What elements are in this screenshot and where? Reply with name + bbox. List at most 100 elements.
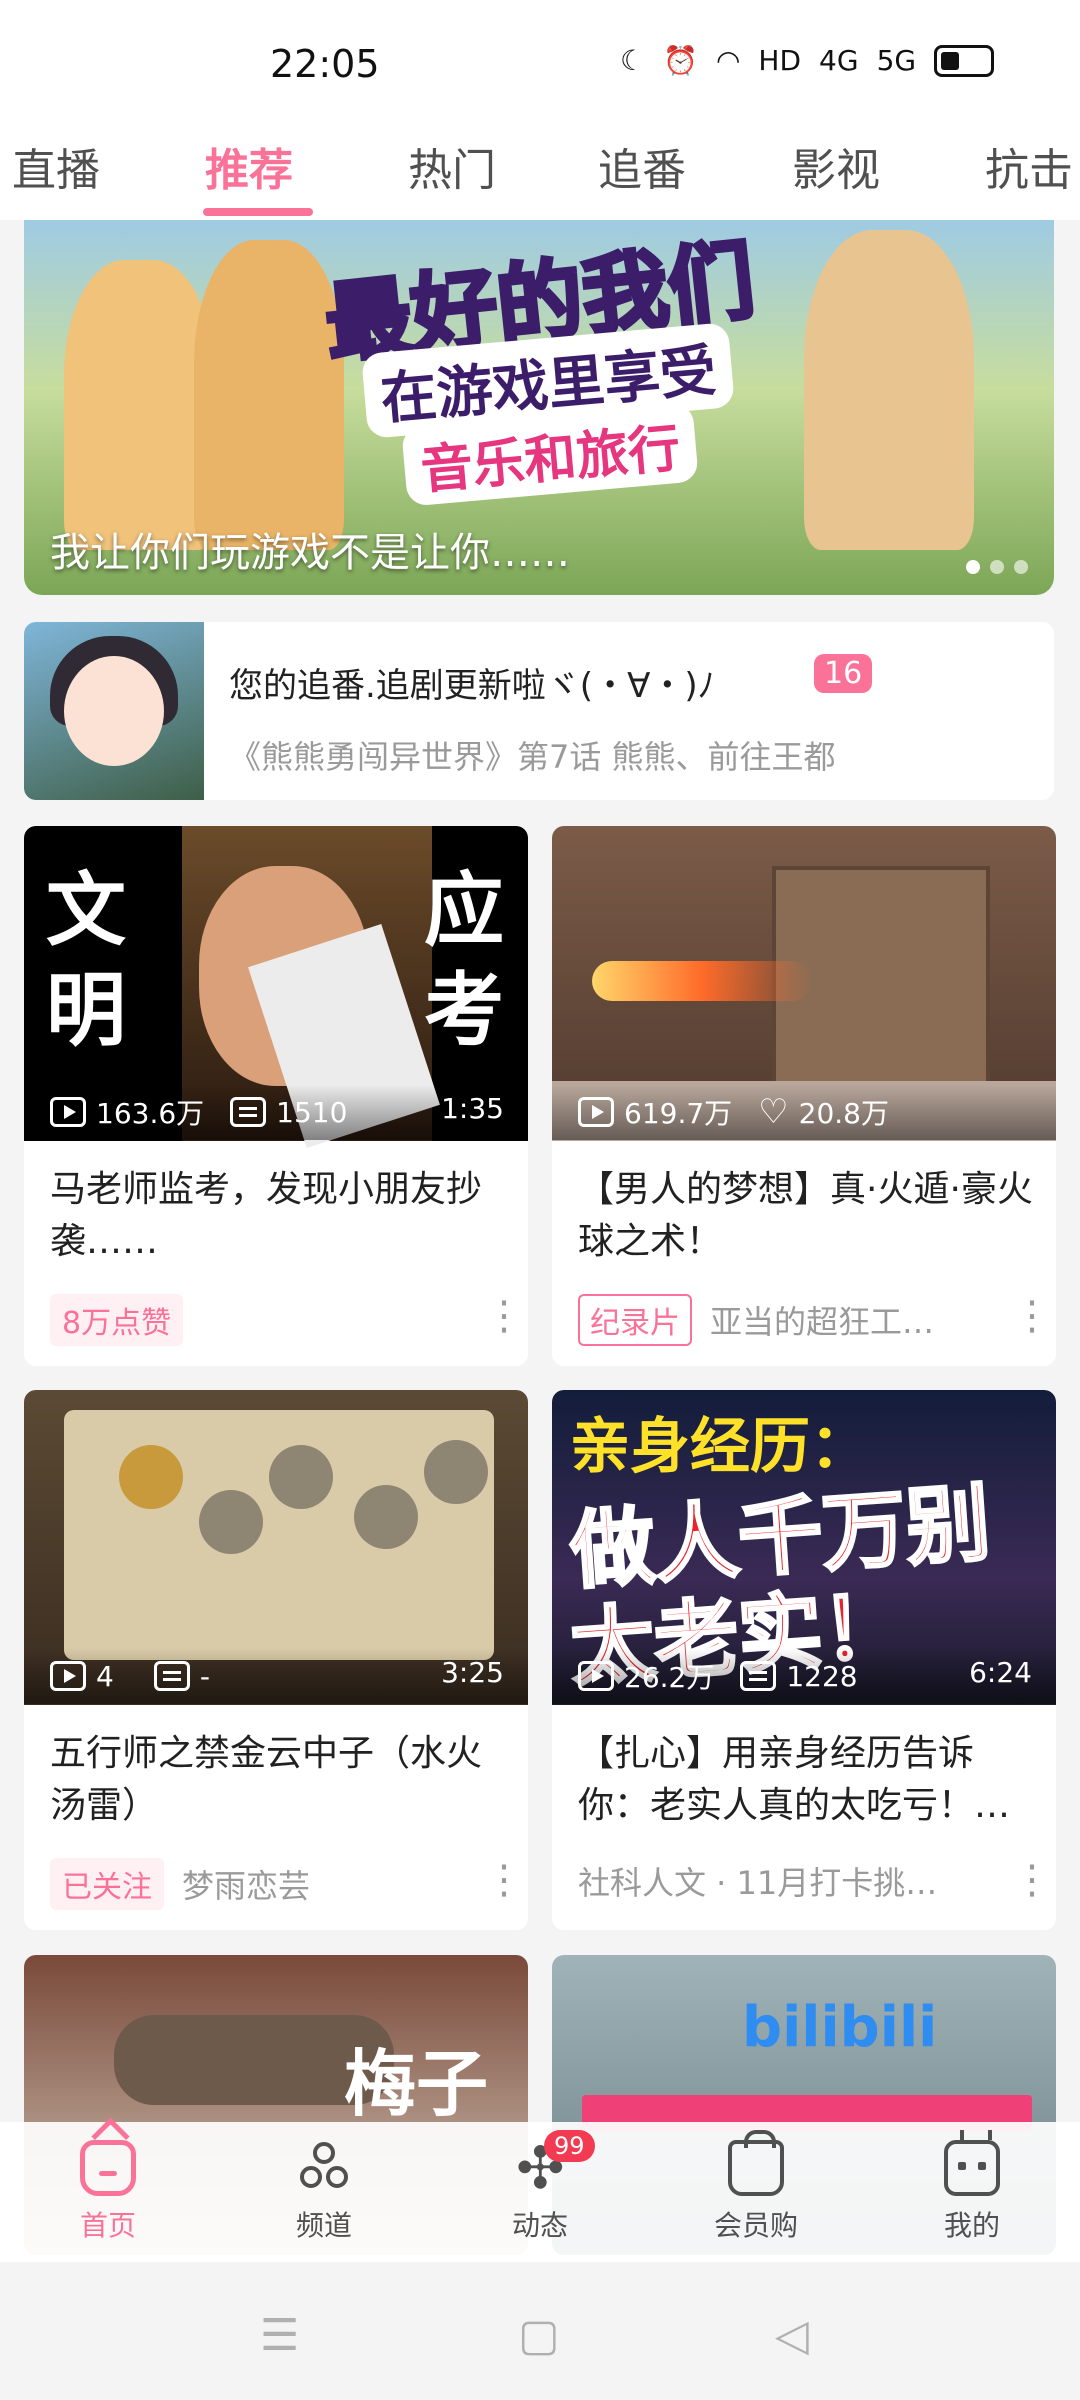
wifi-icon: ◠ <box>715 44 741 77</box>
banner-dot <box>966 560 980 574</box>
danmaku-icon <box>230 1097 267 1127</box>
tab-indicator <box>203 208 313 216</box>
danmaku-count: 1510 <box>276 1095 348 1129</box>
bottom-nav-bar: 首页 频道 动态 99 会员购 我的 <box>0 2122 1080 2262</box>
video-card[interactable]: 619.7万 ♡ 20.8万 【男人的梦想】真·火遁·豪火球之术！ 纪录片 亚当的… <box>552 826 1056 1366</box>
shopping-bag-icon <box>728 2130 784 2196</box>
like-badge: 8万点赞 <box>50 1294 184 1346</box>
home-square-icon[interactable]: ▢ <box>518 2310 560 2361</box>
cover-node <box>354 1485 418 1549</box>
cover-text: bilibili <box>742 1995 938 2060</box>
video-stats: 619.7万 ♡ 20.8万 <box>552 1084 1056 1140</box>
nav-home[interactable]: 首页 <box>0 2122 216 2262</box>
cover-node <box>424 1440 488 1504</box>
tab-recommend[interactable]: 推荐 <box>205 134 293 198</box>
play-count-icon <box>50 1097 86 1127</box>
video-title: 马老师监考，发现小朋友抄袭…… <box>50 1169 483 1262</box>
view-count: 4 <box>96 1659 114 1693</box>
danmaku-icon <box>740 1661 777 1691</box>
video-card[interactable]: 文 明 应 考 163.6万 1510 1:35 马老师监考，发现小朋友抄袭……… <box>24 826 528 1366</box>
uploader-name: 亚当的超狂工… <box>710 1303 935 1341</box>
more-options-icon[interactable]: ⋮ <box>1012 1860 1052 1900</box>
more-options-icon[interactable]: ⋮ <box>484 1860 524 1900</box>
cover-fireball <box>592 961 812 1001</box>
back-icon[interactable]: ◁ <box>775 2310 809 2361</box>
video-title: 五行师之禁金云中子（水火汤雷） <box>50 1733 483 1826</box>
notification-badge: 99 <box>544 2130 595 2162</box>
video-duration: 1:35 <box>441 1092 504 1125</box>
video-footer: 8万点赞 <box>50 1294 184 1346</box>
video-title: 【男人的梦想】真·火遁·豪火球之术！ <box>578 1169 1033 1262</box>
cover-node <box>199 1490 263 1554</box>
video-footer: 纪录片 亚当的超狂工… <box>578 1294 934 1346</box>
status-bar: 22:05 ☾ ⏰ ◠ HD 4G 5G <box>0 0 1080 120</box>
channel-icon-circle <box>326 2166 348 2188</box>
more-options-icon[interactable]: ⋮ <box>484 1296 524 1336</box>
cover-text: 文 <box>46 864 126 957</box>
nav-vip-shop[interactable]: 会员购 <box>648 2122 864 2262</box>
nav-me[interactable]: 我的 <box>864 2122 1080 2262</box>
danmaku-count: - <box>199 1659 210 1693</box>
heart-icon: ♡ <box>758 1092 789 1132</box>
view-count: 619.7万 <box>624 1097 733 1130</box>
banner-carousel[interactable]: 最好的我们 在游戏里享受 音乐和旅行 我让你们玩游戏不是让你…… <box>24 220 1054 595</box>
cover-text: 明 <box>46 964 126 1057</box>
followed-badge: 已关注 <box>50 1858 164 1910</box>
tab-movies[interactable]: 影视 <box>792 134 880 198</box>
nav-channel[interactable]: 频道 <box>216 2122 432 2262</box>
banner-figure-right <box>804 230 974 550</box>
tab-live[interactable]: 直播 <box>12 134 100 198</box>
video-title: 【扎心】用亲身经历告诉你：老实人真的太吃亏！… <box>578 1733 1011 1826</box>
category-tag: 纪录片 <box>578 1294 692 1346</box>
nav-dynamic[interactable]: 动态 99 <box>432 2122 648 2262</box>
nav-channel-label: 频道 <box>295 2209 352 2242</box>
danmaku-count: 1228 <box>786 1659 858 1693</box>
system-nav-bar: ☰ ▢ ◁ <box>0 2262 1080 2400</box>
alarm-icon: ⏰ <box>663 44 698 77</box>
banner-figure-left <box>64 260 214 550</box>
signal-5g-indicator: 5G <box>876 44 917 77</box>
cover-text: 梅子 <box>344 2042 489 2126</box>
nav-me-label: 我的 <box>943 2209 1000 2242</box>
anime-thumbnail <box>24 622 204 800</box>
status-time: 22:05 <box>270 42 380 86</box>
video-footer: 已关注 梦雨恋芸 <box>50 1858 310 1910</box>
video-duration: 3:25 <box>441 1656 504 1689</box>
cover-node <box>269 1445 333 1509</box>
view-count: 26.2万 <box>624 1661 715 1694</box>
play-count-icon <box>578 1097 614 1127</box>
moon-icon: ☾ <box>620 44 646 77</box>
cover-node <box>119 1445 183 1509</box>
hd-indicator: HD <box>758 44 802 77</box>
view-count: 163.6万 <box>96 1097 205 1130</box>
follow-update-card[interactable]: 您的追番.追剧更新啦ヾ(・∀・)ﾉ 16 《熊熊勇闯异世界》第7话 熊熊、前往王… <box>24 622 1054 800</box>
nav-dynamic-label: 动态 <box>511 2209 568 2242</box>
more-options-icon[interactable]: ⋮ <box>1012 1296 1052 1336</box>
cover-game-panel <box>64 1410 494 1660</box>
uploader-name: 梦雨恋芸 <box>182 1867 311 1905</box>
status-icons: ☾ ⏰ ◠ HD 4G 5G <box>620 44 995 77</box>
banner-caption: 我让你们玩游戏不是让你…… <box>50 530 570 576</box>
video-duration: 6:24 <box>969 1656 1032 1689</box>
follow-update-subtitle: 《熊熊勇闯异世界》第7话 熊熊、前往王都 <box>229 738 836 776</box>
tab-fight[interactable]: 抗击 <box>985 134 1073 198</box>
channel-icon <box>296 2140 352 2196</box>
tab-anime[interactable]: 追番 <box>598 134 686 198</box>
cover-text: 考 <box>424 964 504 1057</box>
nav-vip-shop-label: 会员购 <box>713 2209 798 2242</box>
follow-update-count-badge: 16 <box>814 654 873 693</box>
channel-icon-circle <box>300 2166 322 2188</box>
like-count: 20.8万 <box>798 1097 890 1130</box>
danmaku-icon <box>153 1661 190 1691</box>
tab-hot[interactable]: 热门 <box>408 134 496 198</box>
play-count-icon <box>50 1661 86 1691</box>
battery-icon <box>934 44 995 77</box>
play-count-icon <box>578 1661 614 1691</box>
cover-text: 应 <box>424 864 504 957</box>
follow-update-title: 您的追番.追剧更新啦ヾ(・∀・)ﾉ <box>229 666 715 706</box>
video-card[interactable]: 4 - 3:25 五行师之禁金云中子（水火汤雷） 已关注 梦雨恋芸 ⋮ <box>24 1390 528 1930</box>
tv-icon <box>944 2140 1000 2196</box>
video-footer: 社科人文 · 11月打卡挑… <box>578 1858 937 1904</box>
video-card[interactable]: 亲身经历： 做人千万别 太老实！ 26.2万 1228 6:24 【扎心】用亲身… <box>552 1390 1056 1930</box>
menu-icon[interactable]: ☰ <box>260 2310 299 2361</box>
